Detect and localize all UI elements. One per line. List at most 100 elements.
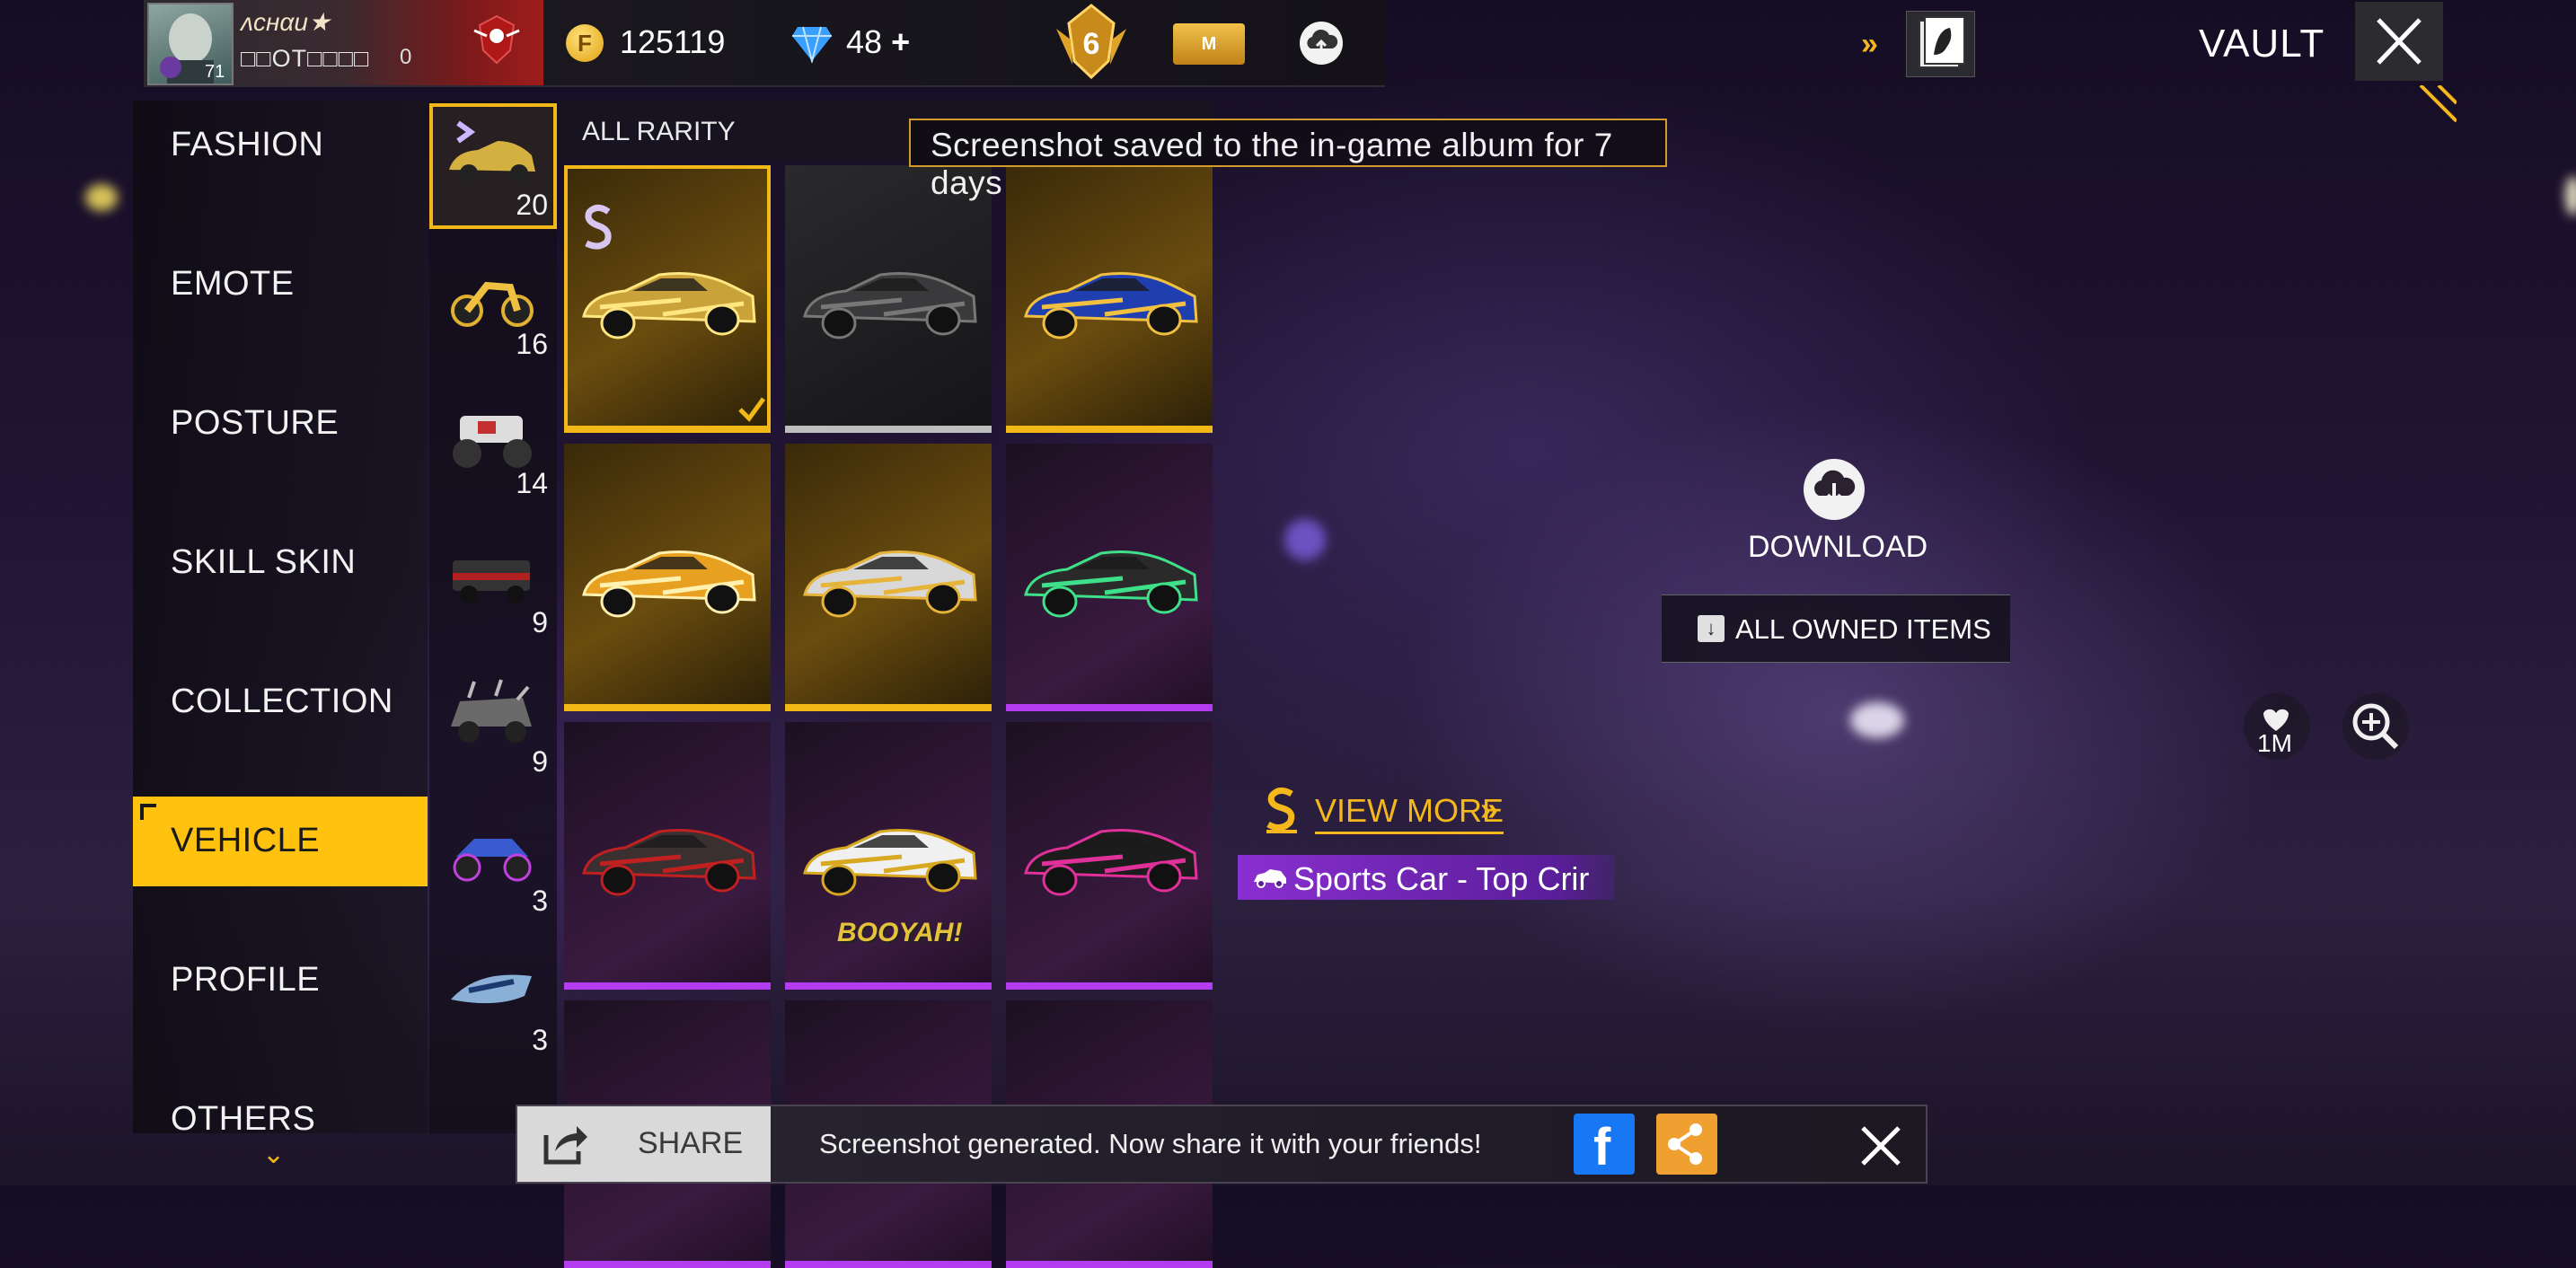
- view-more-link[interactable]: VIEW MORE »: [1257, 783, 1527, 839]
- share-export-icon: [543, 1126, 587, 1165]
- rarity-stripe: [1006, 1261, 1213, 1268]
- car-icon: [1254, 869, 1286, 888]
- rank-badge-icon[interactable]: 6: [1051, 2, 1132, 81]
- gold-amount: 125119: [620, 23, 726, 60]
- player-level: 71: [205, 62, 225, 82]
- screenshot-toast: Screenshot saved to the in-game album fo…: [909, 119, 1667, 201]
- background-light: [1850, 702, 1904, 738]
- double-chevron-icon: »: [1480, 790, 1499, 827]
- menu-item-posture[interactable]: POSTURE: [133, 379, 428, 469]
- menu-item-label: POSTURE: [171, 404, 340, 442]
- vehicle-skin-icon: [803, 550, 977, 618]
- rarity-stripe: [564, 982, 771, 990]
- corner-accent: [2419, 85, 2457, 123]
- category-count: 3: [532, 885, 548, 917]
- rarity-stripe: [785, 1261, 992, 1268]
- guild-emblem-icon[interactable]: [467, 11, 526, 70]
- menu-item-vehicle[interactable]: VEHICLE: [133, 797, 428, 886]
- rarity-stripe: [785, 982, 992, 990]
- share-button[interactable]: SHARE: [517, 1106, 771, 1182]
- rarity-stripe: [564, 1261, 771, 1268]
- share-more-button[interactable]: [1656, 1114, 1717, 1175]
- cloud-upload-icon[interactable]: [1298, 20, 1345, 66]
- page-title: VAULT: [2199, 22, 2325, 66]
- top-bar: 71 ʌcнαи★ □□OT□□□□ 0 F 125119 48 + 6 M: [144, 0, 1385, 87]
- atv-icon: [453, 839, 532, 882]
- menu-item-profile[interactable]: PROFILE: [133, 936, 428, 1026]
- menu-item-label: SKILL SKIN: [171, 543, 357, 581]
- vehicle-tile[interactable]: [785, 165, 992, 433]
- vehicle-skin-icon: [803, 272, 977, 339]
- avatar[interactable]: 71: [147, 3, 234, 85]
- item-name: Sports Car - Top Crir: [1293, 860, 1590, 897]
- player-number: 0: [400, 45, 412, 69]
- diamond-amount[interactable]: 48 +: [846, 23, 910, 61]
- facebook-share-button[interactable]: f: [1574, 1114, 1635, 1176]
- all-owned-items-button[interactable]: ↓ ALL OWNED ITEMS: [1662, 594, 2010, 663]
- diamond-count: 48: [846, 23, 883, 60]
- album-button[interactable]: [1906, 11, 1975, 77]
- item-name-bar: Sports Car - Top Crir: [1238, 855, 1615, 900]
- vehicle-tile[interactable]: [564, 165, 771, 433]
- vehicle-skin-icon: [1024, 272, 1198, 339]
- category-monster-truck[interactable]: 14: [429, 382, 557, 507]
- menu-item-label: COLLECTION: [171, 682, 393, 720]
- rarity-stripe: [785, 426, 992, 433]
- scroll-down-chevron-icon[interactable]: ⌄: [262, 1139, 285, 1170]
- vehicle-skin-icon: [1024, 550, 1198, 618]
- vehicle-tile[interactable]: [1006, 165, 1213, 433]
- share-nodes-icon: [1668, 1123, 1702, 1165]
- double-chevron-icon[interactable]: »: [1861, 27, 1878, 62]
- menu-item-collection[interactable]: COLLECTION: [133, 657, 428, 747]
- category-atv[interactable]: 3: [429, 799, 557, 925]
- player-card[interactable]: 71 ʌcнαи★ □□OT□□□□ 0: [144, 0, 543, 85]
- vehicle-tile[interactable]: [1006, 722, 1213, 990]
- category-sports-car[interactable]: 20: [429, 103, 557, 229]
- category-count: 20: [516, 189, 548, 221]
- category-suv[interactable]: 9: [429, 521, 557, 647]
- cloud-download-icon: [1804, 459, 1865, 520]
- close-button[interactable]: [2355, 2, 2443, 81]
- vehicle-tile[interactable]: [564, 722, 771, 990]
- background-light: [1284, 519, 1326, 560]
- download-button[interactable]: DOWNLOAD: [1742, 456, 1931, 573]
- player-guild-tag: □□OT□□□□: [241, 45, 370, 72]
- zoom-in-icon: [2352, 703, 2399, 750]
- close-icon: [2377, 18, 2422, 65]
- rarity-s-icon: [585, 204, 612, 250]
- armored-truck-icon: [451, 679, 532, 743]
- close-share-button[interactable]: [1856, 1121, 1906, 1171]
- vehicle-skin-icon: [582, 829, 756, 896]
- vehicle-skin-icon: [803, 829, 977, 896]
- menu-item-label: OTHERS: [171, 1100, 316, 1138]
- zoom-button[interactable]: [2342, 693, 2409, 760]
- menu-item-fashion[interactable]: FASHION: [133, 101, 428, 190]
- category-armored-truck[interactable]: 9: [429, 660, 557, 786]
- category-count: 9: [532, 745, 548, 778]
- vehicle-tile[interactable]: [564, 444, 771, 711]
- vehicle-tile[interactable]: [785, 444, 992, 711]
- menu-item-emote[interactable]: EMOTE: [133, 240, 428, 330]
- check-icon: [738, 397, 766, 422]
- vehicle-tile[interactable]: BOOYAH!: [785, 722, 992, 990]
- hoverbike-icon: [451, 974, 532, 1004]
- vehicle-tile[interactable]: [1006, 444, 1213, 711]
- vehicle-skin-icon: [1024, 829, 1198, 896]
- category-motorcycle[interactable]: 16: [429, 242, 557, 368]
- diamond-icon: [792, 26, 832, 63]
- like-count: 1M: [2257, 729, 2292, 757]
- menu-item-label: PROFILE: [171, 961, 321, 999]
- sports-car-icon: [449, 120, 535, 182]
- gold-coin-icon: F: [566, 24, 604, 62]
- character-album-icon: [1919, 16, 1965, 68]
- menu-item-label: VEHICLE: [171, 822, 321, 859]
- vehicle-skin-icon: [582, 550, 756, 618]
- menu-item-skill-skin[interactable]: SKILL SKIN: [133, 518, 428, 608]
- add-diamonds-button[interactable]: +: [891, 23, 910, 60]
- download-arrow-icon: ↓: [1698, 615, 1725, 642]
- category-count: 14: [516, 467, 548, 499]
- rank-number: 6: [1083, 27, 1100, 61]
- membership-icon[interactable]: M: [1173, 23, 1245, 65]
- rarity-s-icon: [1266, 788, 1297, 833]
- category-hoverbike[interactable]: 3: [429, 938, 557, 1064]
